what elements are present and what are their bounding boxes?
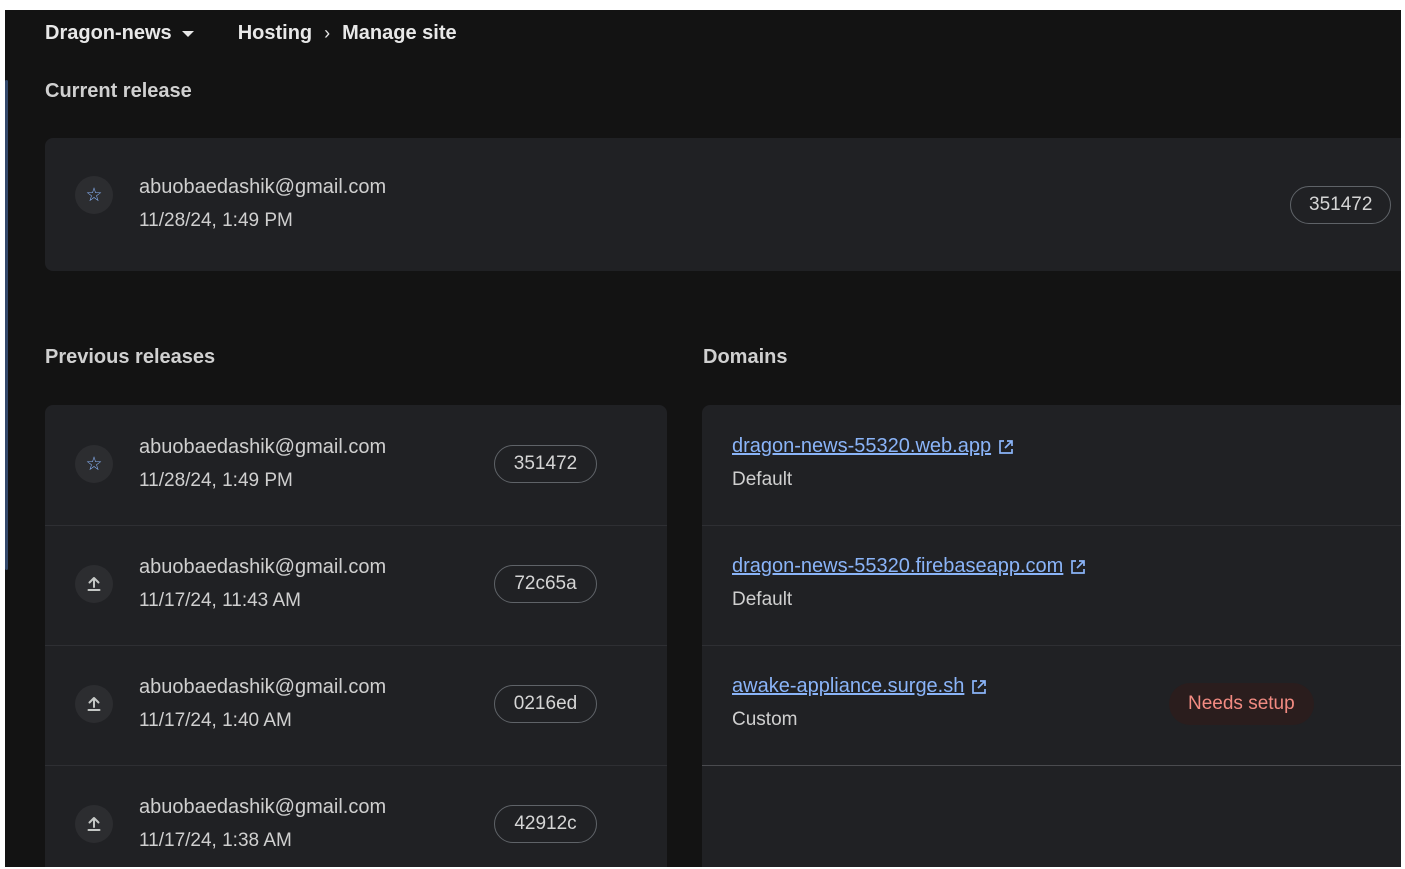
release-icon-container	[75, 565, 113, 603]
domain-url: dragon-news-55320.web.app	[732, 435, 992, 457]
chevron-down-icon	[181, 31, 194, 37]
domain-type: Default	[732, 469, 793, 490]
release-email: abuobaedashik@gmail.com	[139, 796, 387, 818]
release-icon-container	[75, 805, 113, 843]
current-release-heading: Current release	[45, 80, 192, 102]
breadcrumb-separator-icon: ›	[324, 22, 331, 43]
release-email: abuobaedashik@gmail.com	[139, 556, 387, 578]
current-release-card: ☆ abuobaedashik@gmail.com 11/28/24, 1:49…	[45, 138, 1401, 271]
release-version-chip[interactable]: 351472	[1290, 186, 1392, 224]
domains-list: dragon-news-55320.web.app Default dragon…	[702, 405, 1401, 867]
release-email: abuobaedashik@gmail.com	[139, 176, 387, 198]
domains-heading: Domains	[703, 346, 788, 368]
domain-row: dragon-news-55320.firebaseapp.com Defaul…	[702, 525, 1401, 646]
release-row[interactable]: ☆ abuobaedashik@gmail.com 11/28/24, 1:49…	[45, 405, 667, 526]
release-row[interactable]: abuobaedashik@gmail.com 11/17/24, 1:40 A…	[45, 645, 667, 766]
previous-releases-list: ☆ abuobaedashik@gmail.com 11/28/24, 1:49…	[45, 405, 667, 867]
domain-row: dragon-news-55320.web.app Default	[702, 405, 1401, 526]
star-icon: ☆	[85, 184, 103, 206]
release-date: 11/17/24, 1:40 AM	[139, 710, 292, 731]
upload-icon	[87, 577, 101, 591]
release-date: 11/28/24, 1:49 PM	[139, 210, 293, 231]
external-link-icon	[999, 439, 1013, 454]
release-email: abuobaedashik@gmail.com	[139, 436, 387, 458]
upload-icon	[87, 817, 101, 831]
release-date: 11/28/24, 1:49 PM	[139, 470, 293, 491]
domain-link[interactable]: dragon-news-55320.web.app	[732, 435, 1015, 458]
project-switcher[interactable]: Dragon-news	[45, 22, 194, 45]
upload-icon	[87, 697, 101, 711]
release-row[interactable]: abuobaedashik@gmail.com 11/17/24, 1:38 A…	[45, 765, 667, 867]
hosting-manage-site-page: Dragon-news Hosting › Manage site Curren…	[5, 10, 1401, 867]
domain-url: awake-appliance.surge.sh	[732, 675, 965, 697]
domain-url: dragon-news-55320.firebaseapp.com	[732, 555, 1064, 577]
release-version-chip[interactable]: 351472	[494, 445, 597, 483]
release-date: 11/17/24, 11:43 AM	[139, 590, 301, 611]
release-email: abuobaedashik@gmail.com	[139, 676, 387, 698]
release-row[interactable]: abuobaedashik@gmail.com 11/17/24, 11:43 …	[45, 525, 667, 646]
page-title: Manage site	[342, 21, 457, 44]
domain-type: Custom	[732, 709, 798, 730]
previous-releases-heading: Previous releases	[45, 346, 216, 368]
star-icon: ☆	[85, 453, 103, 475]
domain-link[interactable]: dragon-news-55320.firebaseapp.com	[732, 555, 1087, 578]
release-version-chip[interactable]: 42912c	[494, 805, 597, 843]
project-name: Dragon-news	[45, 21, 172, 44]
release-version-chip[interactable]: 72c65a	[494, 565, 597, 603]
breadcrumb-hosting-link[interactable]: Hosting	[238, 22, 312, 45]
needs-setup-badge[interactable]: Needs setup	[1169, 683, 1314, 725]
external-link-icon	[972, 679, 987, 694]
breadcrumb: Dragon-news Hosting › Manage site	[45, 20, 457, 46]
release-version-chip[interactable]: 0216ed	[494, 685, 597, 723]
external-link-icon	[1071, 559, 1086, 574]
release-icon-container	[75, 685, 113, 723]
release-date: 11/17/24, 1:38 AM	[139, 830, 292, 851]
release-icon-container: ☆	[75, 176, 113, 214]
scrollbar[interactable]	[5, 80, 8, 570]
domain-type: Default	[732, 589, 793, 610]
domain-row: awake-appliance.surge.sh Custom Needs se…	[702, 645, 1401, 766]
domain-link[interactable]: awake-appliance.surge.sh	[732, 675, 988, 698]
release-icon-container: ☆	[75, 445, 113, 483]
